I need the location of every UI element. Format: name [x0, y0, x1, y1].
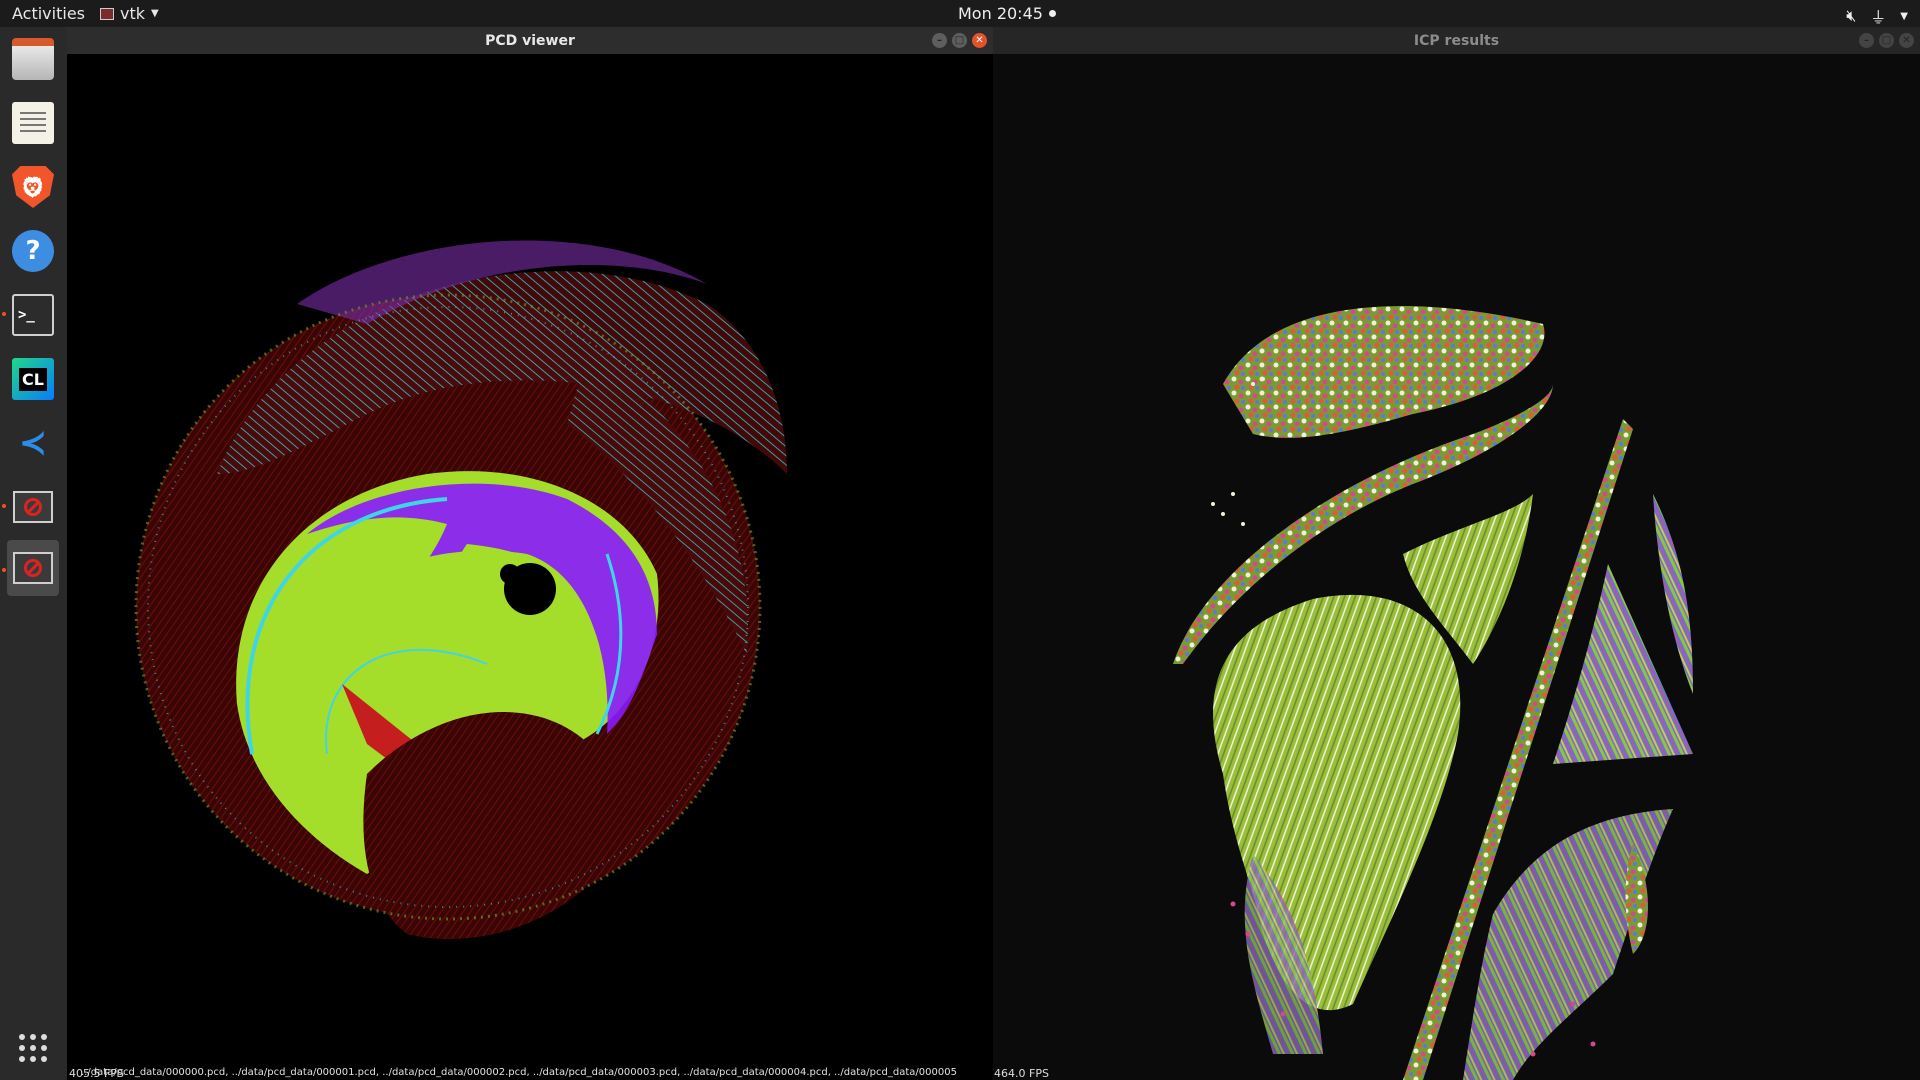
top-bar: Activities vtk ▼ Mon 20:45 🔇︎ ⏚ ▼ — [0, 0, 1920, 27]
app-grid-icon — [19, 1034, 47, 1062]
brave-icon: 🦁︎ — [12, 166, 54, 208]
close-icon[interactable]: ✕ — [1899, 33, 1914, 48]
files-icon — [12, 38, 54, 80]
help-icon: ? — [12, 230, 54, 272]
icp-results-window[interactable]: ICP results – □ ✕ 464.0 FPS — [993, 27, 1920, 1080]
point-cloud-viewport[interactable] — [67, 54, 993, 1080]
clock-label: Mon 20:45 — [958, 4, 1043, 23]
loaded-files-status: ../data/pcd_data/000000.pcd, ../data/pcd… — [81, 1067, 957, 1078]
notification-dot-icon — [1048, 10, 1056, 17]
minimize-icon[interactable]: – — [932, 33, 947, 48]
show-applications-button[interactable] — [7, 1020, 59, 1076]
dock-item-vscode[interactable]: ≺ — [7, 415, 59, 471]
icp-viewport[interactable] — [993, 54, 1920, 1080]
activities-button[interactable]: Activities — [12, 4, 85, 23]
app-icon — [100, 7, 114, 20]
pcd-viewer-titlebar[interactable]: PCD viewer – □ ✕ — [67, 27, 993, 54]
vscode-icon: ≺ — [18, 423, 48, 463]
maximize-icon[interactable]: □ — [1879, 33, 1894, 48]
running-indicator — [2, 312, 6, 316]
pcd-viewer-window[interactable]: PCD viewer – □ ✕ 405.5 FPS ../data/pcd_d… — [67, 27, 993, 1080]
running-indicator — [2, 568, 6, 572]
app-menu-label: vtk — [120, 4, 146, 23]
vtk-window-icon — [13, 491, 53, 523]
chevron-down-icon[interactable]: ▼ — [1900, 11, 1908, 22]
terminal-icon: >_ — [12, 294, 54, 336]
close-icon[interactable]: ✕ — [972, 33, 987, 48]
icp-cluster-top — [1223, 306, 1545, 438]
vtk-window-icon — [13, 552, 53, 584]
dock-item-vtk-1[interactable] — [7, 479, 59, 535]
dock-item-brave[interactable]: 🦁︎ — [7, 159, 59, 215]
text-editor-icon — [12, 102, 54, 144]
dock-item-files[interactable] — [7, 31, 59, 87]
app-menu[interactable]: vtk ▼ — [100, 4, 159, 23]
system-tray[interactable]: 🔇︎ ⏚ ▼ — [1846, 4, 1908, 28]
dock: 🦁︎ ? >_ CL ≺ — [0, 27, 67, 1080]
dock-item-text-editor[interactable] — [7, 95, 59, 151]
dock-item-clion[interactable]: CL — [7, 351, 59, 407]
window-title: PCD viewer — [485, 32, 575, 49]
running-indicator — [2, 504, 6, 508]
fps-counter: 464.0 FPS — [994, 1067, 1049, 1080]
dock-item-vtk-2[interactable] — [7, 540, 59, 596]
dock-item-terminal[interactable]: >_ — [7, 287, 59, 343]
clock[interactable]: Mon 20:45 — [958, 4, 1056, 23]
dock-item-help[interactable]: ? — [7, 223, 59, 279]
volume-muted-icon[interactable]: 🔇︎ — [1846, 6, 1856, 26]
icp-results-titlebar[interactable]: ICP results – □ ✕ — [993, 27, 1920, 54]
clion-icon: CL — [12, 358, 54, 400]
network-icon[interactable]: ⏚ — [1870, 4, 1886, 28]
maximize-icon[interactable]: □ — [952, 33, 967, 48]
chevron-down-icon: ▼ — [151, 8, 159, 19]
minimize-icon[interactable]: – — [1859, 33, 1874, 48]
window-title: ICP results — [1413, 32, 1500, 49]
